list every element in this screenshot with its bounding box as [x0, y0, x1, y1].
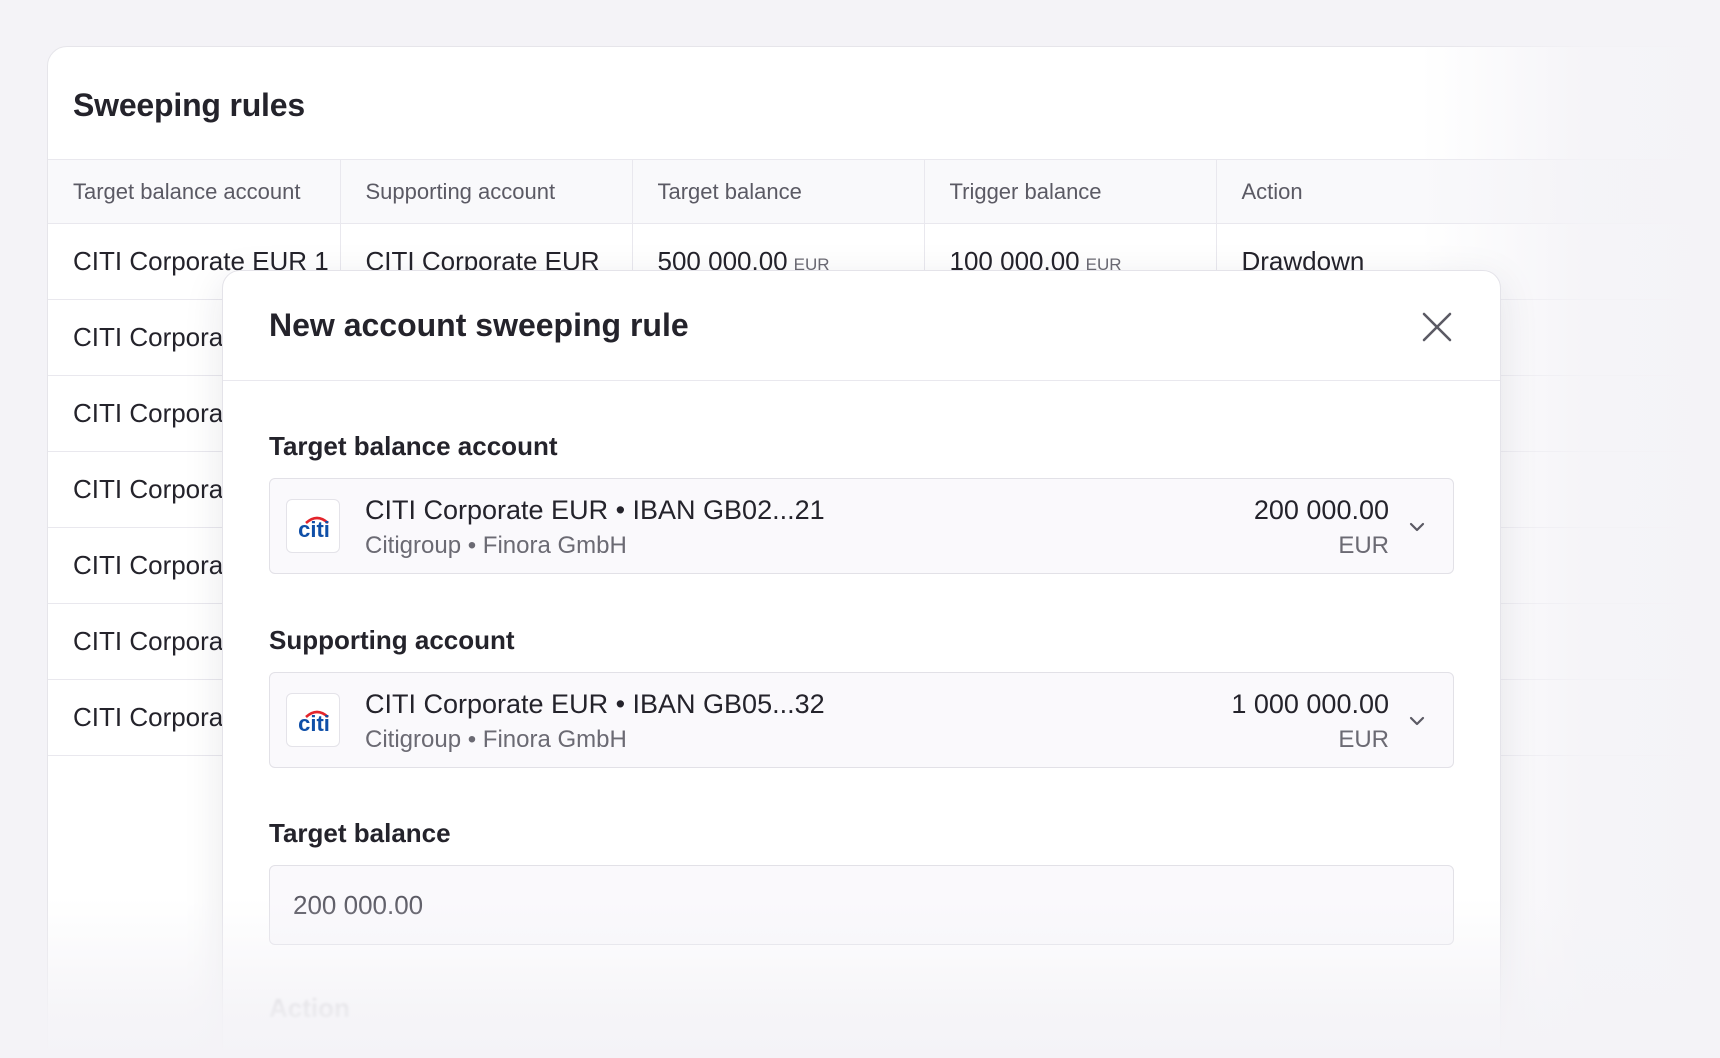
page-title: Sweeping rules	[73, 87, 305, 123]
target-balance-input[interactable]	[269, 865, 1454, 945]
target-account-amount: 200 000.00	[1253, 495, 1389, 525]
column-header-target-balance[interactable]: Target balance	[632, 159, 925, 224]
supporting-account-select[interactable]: citi CITI Corporate EUR • IBAN GB05...32…	[269, 672, 1454, 768]
new-sweeping-rule-dialog: New account sweeping rule Target balance…	[222, 270, 1501, 1058]
target-account-subtitle: Citigroup • Finora GmbH	[365, 532, 627, 559]
citi-logo-icon: citi	[286, 693, 340, 747]
supporting-account-amount: 1 000 000.00	[1231, 689, 1389, 719]
column-header-trigger-balance[interactable]: Trigger balance	[924, 159, 1217, 224]
close-button[interactable]	[1417, 307, 1457, 347]
action-label: Action	[269, 993, 350, 1023]
table-header-row: Target balance account Supporting accoun…	[48, 159, 1720, 224]
target-account-select[interactable]: citi CITI Corporate EUR • IBAN GB02...21…	[269, 478, 1454, 574]
supporting-account-currency: EUR	[1338, 726, 1389, 753]
close-icon	[1422, 312, 1452, 342]
supporting-account-name: CITI Corporate EUR • IBAN GB05...32	[365, 689, 825, 719]
column-header-action[interactable]: Action	[1216, 159, 1720, 224]
target-balance-label: Target balance	[269, 818, 451, 848]
dialog-header: New account sweeping rule	[223, 271, 1500, 381]
logo-text: citi	[298, 711, 330, 736]
chevron-down-icon	[1409, 522, 1425, 532]
column-header-supporting-account[interactable]: Supporting account	[340, 159, 633, 224]
column-header-target-account[interactable]: Target balance account	[48, 159, 341, 224]
chevron-down-icon	[1409, 716, 1425, 726]
dialog-title: New account sweeping rule	[269, 307, 689, 343]
logo-text: citi	[298, 517, 330, 542]
supporting-account-subtitle: Citigroup • Finora GmbH	[365, 726, 627, 753]
target-account-currency: EUR	[1338, 532, 1389, 559]
citi-logo-icon: citi	[286, 499, 340, 553]
supporting-account-label: Supporting account	[269, 625, 515, 655]
target-account-label: Target balance account	[269, 431, 558, 461]
target-account-name: CITI Corporate EUR • IBAN GB02...21	[365, 495, 825, 525]
